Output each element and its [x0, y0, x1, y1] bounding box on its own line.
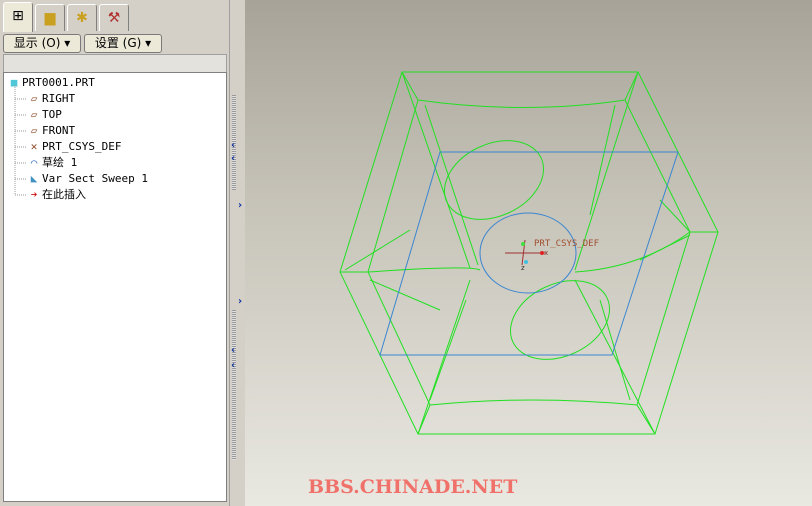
tree-item-label: PRT_CSYS_DEF	[42, 140, 122, 153]
collapse-arrow-icon[interactable]: ‹	[231, 345, 235, 356]
favorites-icon: ✱	[76, 10, 88, 26]
tree-item-insert-here[interactable]: ➔ 在此插入	[26, 187, 86, 203]
tools-icon: ⚒	[107, 10, 121, 26]
x-axis-label: x	[544, 249, 549, 257]
tree-item-label: 在此插入	[42, 188, 86, 201]
tree-item-label: 草绘 1	[42, 156, 78, 169]
tab-folder-browser[interactable]: ▆	[35, 4, 65, 31]
collapse-arrow-icon[interactable]: ‹	[231, 360, 235, 371]
tree-connector-lines	[14, 85, 26, 196]
navigator-panel: ⊞ ▆ ✱ ⚒ 显示 (O) ▾ 设置 (G) ▾ ■ PRT0001.PRT ▱…	[0, 0, 232, 506]
settings-menu-button[interactable]: 设置 (G) ▾	[84, 34, 162, 53]
tree-item-label: TOP	[42, 108, 62, 121]
tree-item-label: FRONT	[42, 124, 76, 137]
tab-model-tree[interactable]: ⊞	[3, 2, 33, 32]
show-menu-button[interactable]: 显示 (O) ▾	[3, 34, 81, 53]
tree-item-sweep[interactable]: ◣ Var Sect Sweep 1	[26, 171, 148, 187]
expand-arrow-icon[interactable]: ›	[238, 200, 242, 211]
tree-item-label: Var Sect Sweep 1	[42, 172, 148, 185]
model-tree-icon: ⊞	[12, 8, 24, 24]
watermark: BBS.CHINADE.NET	[308, 476, 518, 498]
tree-item-csys[interactable]: ✕ PRT_CSYS_DEF	[26, 139, 122, 155]
panel-splitter[interactable]: ‹ ‹ › › ‹ ‹	[229, 0, 246, 506]
tab-favorites[interactable]: ✱	[67, 4, 97, 31]
expand-arrow-icon[interactable]: ›	[238, 296, 242, 307]
tree-item-label: RIGHT	[42, 92, 76, 105]
folder-browser-icon: ▆	[44, 10, 56, 26]
z-axis-label: z	[521, 264, 525, 272]
collapse-arrow-icon[interactable]: ‹	[231, 140, 235, 151]
model-tree[interactable]: ■ PRT0001.PRT ▱ RIGHT ▱ TOP ▱ FRONT ✕ PRT_CSY…	[3, 72, 227, 502]
collapse-arrow-icon[interactable]: ‹	[231, 153, 235, 164]
splitter-grip	[232, 310, 236, 460]
tree-header-strip	[3, 54, 227, 73]
csys-label: PRT_CSYS_DEF	[534, 239, 600, 249]
graphics-viewport[interactable]: PRT_CSYS_DEF x z	[245, 0, 812, 506]
wireframe-model	[339, 71, 719, 435]
tab-tools[interactable]: ⚒	[99, 4, 129, 31]
